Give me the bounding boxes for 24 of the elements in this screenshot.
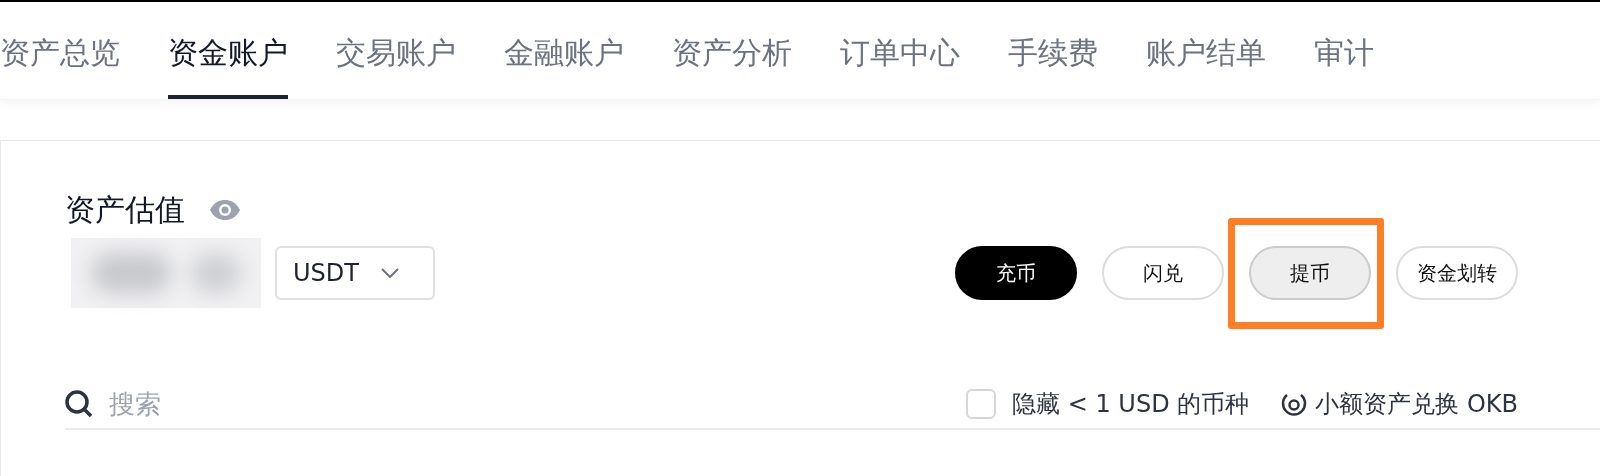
tab[interactable]: 手续费 <box>1008 30 1098 99</box>
currency-value: USDT <box>293 258 359 289</box>
search-icon <box>65 390 95 418</box>
circle-target-icon <box>1281 391 1308 417</box>
action-button[interactable]: 充币 <box>955 246 1077 300</box>
tab[interactable]: 订单中心 <box>840 30 960 99</box>
tab[interactable]: 资产总览 <box>0 30 120 99</box>
action-button[interactable]: 提币 <box>1249 246 1371 300</box>
search-field[interactable]: 搜索 <box>109 384 409 424</box>
tab[interactable]: 资金账户 <box>168 30 288 99</box>
action-button[interactable]: 资金划转 <box>1396 246 1518 300</box>
tab[interactable]: 账户结单 <box>1146 30 1266 99</box>
checkbox[interactable] <box>966 389 997 419</box>
eye-icon[interactable] <box>209 198 241 221</box>
chevron-down-icon <box>380 268 399 278</box>
action-button[interactable]: 闪兑 <box>1102 246 1224 300</box>
tab[interactable]: 审计 <box>1314 30 1374 99</box>
checkbox-label: 隐藏 < 1 USD 的币种 <box>1012 389 1250 420</box>
convert-link[interactable]: 小额资产兑换 OKB <box>1315 386 1518 422</box>
currency-dropdown[interactable]: USDT <box>275 246 435 300</box>
tab[interactable]: 资产分析 <box>672 30 792 99</box>
section-title: 资产估值 <box>65 191 185 229</box>
tab[interactable]: 交易账户 <box>336 30 456 99</box>
tab[interactable]: 金融账户 <box>504 30 624 99</box>
